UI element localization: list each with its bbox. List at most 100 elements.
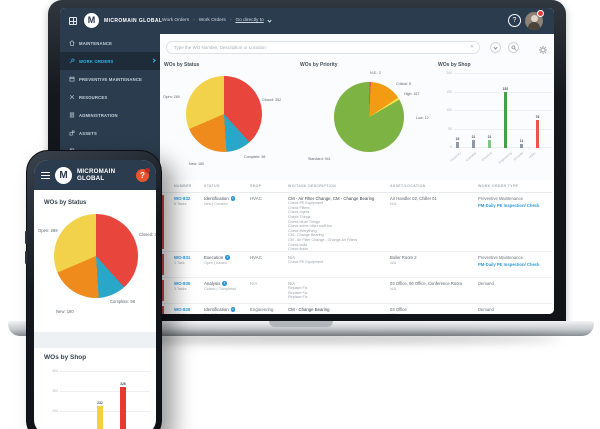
bar[interactable]: 76	[536, 115, 539, 148]
priority-strip	[162, 280, 164, 301]
wo-number-link[interactable]: WO-831	[174, 255, 202, 260]
y-axis-tick: 0	[450, 145, 452, 149]
search-icon	[510, 44, 517, 51]
column-header[interactable]: SHOP	[250, 184, 261, 188]
table-header: NUMBER STATUS SHOP WO/TASK DESCRIPTION A…	[162, 180, 552, 193]
gridline: 100	[446, 108, 552, 112]
work-order-type: Preventive Maintenance	[478, 255, 523, 260]
chart-wos-by-priority: WOs by Priority N.E.: 2 Critical: 8 High…	[298, 60, 436, 180]
help-button[interactable]: ?	[136, 167, 150, 182]
asset-location: 03 Office	[390, 307, 407, 312]
asset-sub: N/A	[390, 261, 397, 265]
laptop-notch	[269, 321, 333, 327]
status-sub: Closed | Completed	[204, 287, 237, 291]
pie-label: Complete: 98	[244, 155, 266, 159]
bar-value: 21	[471, 135, 476, 140]
x-category: HVAC	[527, 151, 537, 160]
top-navbar: M MICROMAIN GLOBAL Work Orders › Work Or…	[60, 8, 554, 34]
sidebar-item-resources[interactable]: RESOURCES	[60, 88, 160, 106]
bar[interactable]: 16	[456, 137, 459, 148]
section-title: WOs by Shop	[44, 354, 87, 361]
asset-location: Boiler Room 2	[390, 255, 417, 260]
pm-link[interactable]: PM-Daily PE Inspection/ Check	[478, 203, 550, 208]
tasks-count: 1 Task	[174, 261, 185, 265]
x-category: Grounds	[512, 151, 525, 162]
x-category: Electrical	[480, 151, 493, 162]
table-row[interactable]: WO-830 3 Tasks Analysis i Closed | Complete…	[162, 278, 552, 304]
wrench-icon	[69, 58, 75, 64]
apps-grid-icon[interactable]	[69, 17, 77, 25]
chevron-down-icon	[493, 44, 498, 50]
tools-icon	[69, 94, 75, 100]
sidebar-item-administration[interactable]: ADMINISTRATION	[60, 106, 160, 124]
sidebar-item-work-orders[interactable]: WORK ORDERS	[60, 52, 160, 70]
status-pie-chart[interactable]	[54, 214, 138, 298]
search-button[interactable]	[508, 42, 519, 53]
breadcrumb-item[interactable]: Work Orders	[162, 18, 189, 23]
breadcrumb-item[interactable]: Work Orders	[199, 18, 226, 23]
brand-logo: M	[84, 13, 99, 28]
bar[interactable]: 21	[488, 135, 491, 148]
info-icon[interactable]: i	[222, 281, 227, 286]
table-row[interactable]: WO-8294 Tasks IdentificationiNew | Creat…	[162, 304, 552, 314]
settings-button[interactable]	[538, 42, 548, 60]
sidebar-label: MAINTENANCE	[79, 40, 113, 46]
column-header[interactable]: ASSET/LOCATION	[390, 184, 426, 188]
pie-label: New: 180	[189, 162, 205, 166]
status-sub: New | Created	[204, 202, 228, 206]
home-icon	[69, 40, 75, 46]
gridline: 400	[52, 369, 150, 373]
table-row[interactable]: WO-831 1 Task Execution i Open | Issued HVA…	[162, 252, 552, 278]
column-header[interactable]: WO/TASK DESCRIPTION	[288, 184, 336, 188]
priority-pie-chart[interactable]	[334, 82, 404, 152]
help-button[interactable]: ?	[508, 14, 521, 27]
dropdown-button[interactable]	[490, 42, 501, 53]
brand-name: MICROMAIN GLOBAL	[77, 168, 116, 182]
search-input[interactable]	[166, 41, 480, 54]
bar-value: 232	[97, 400, 103, 405]
table-row[interactable]: WO-832 6 Tasks Identification i New | Creat…	[162, 193, 552, 252]
bar[interactable]: 11	[520, 139, 523, 148]
y-axis-tick: 150	[446, 89, 452, 94]
wo-number-link[interactable]: WO-829	[174, 307, 202, 312]
sidebar-item-assets[interactable]: ASSETS	[60, 124, 160, 142]
task-list: Check PE Equipment	[288, 260, 388, 265]
section-title: WOs by Status	[44, 200, 87, 206]
info-icon[interactable]: i	[225, 255, 230, 260]
shop-cell: HVAC	[250, 196, 262, 201]
main-content: ✕ WOs by Status Open: 289 Closed: 352 Co…	[160, 34, 554, 314]
clear-search-icon[interactable]: ✕	[470, 44, 474, 50]
chart-title: WOs by Shop	[438, 62, 471, 68]
bar-value: 11	[519, 138, 524, 143]
bar[interactable]: 152	[503, 87, 508, 148]
wo-number-link[interactable]: WO-832	[174, 196, 202, 201]
column-header[interactable]: STATUS	[204, 184, 220, 188]
bar[interactable]: 21	[472, 135, 475, 148]
pie-label: Low: 12	[416, 116, 429, 120]
info-icon[interactable]: i	[230, 307, 236, 312]
column-header[interactable]: WORK ORDER TYPE	[478, 184, 518, 188]
go-directly-to-link[interactable]: Go directly to	[235, 18, 263, 23]
description-title: CM - Change Bearing	[288, 307, 330, 312]
pie-label: New: 180	[56, 309, 74, 314]
pm-link[interactable]: PM-Daily PE Inspection/ Check	[478, 262, 550, 267]
status-pie-chart[interactable]	[186, 76, 262, 152]
wo-number-link[interactable]: WO-830	[174, 281, 202, 286]
boxes-icon	[69, 130, 75, 136]
bar[interactable]: 232	[97, 401, 103, 429]
info-icon[interactable]: i	[230, 196, 236, 201]
sidebar-item-preventive-maintenance[interactable]: PREVENTIVE MAINTENANCE	[60, 70, 160, 88]
bar-value: 76	[535, 114, 540, 119]
breadcrumb-separator: ›	[229, 18, 232, 23]
bar[interactable]: 326	[120, 382, 126, 429]
x-category: Carpentry	[449, 151, 462, 163]
pie-label: Open: 289	[38, 228, 58, 233]
column-header[interactable]: NUMBER	[174, 184, 192, 188]
hamburger-menu-icon[interactable]	[41, 171, 50, 179]
status-text: Identification	[204, 196, 229, 201]
pie-label: N.E.: 2	[370, 71, 381, 75]
chevron-down-icon[interactable]	[267, 17, 272, 23]
sidebar-item-maintenance[interactable]: MAINTENANCE	[60, 34, 160, 52]
asset-location: 03 Office, 06 Office, Conference Room	[390, 281, 463, 286]
chart-wos-by-status: WOs by Status Open: 289 Closed: 352 Comp…	[162, 60, 294, 180]
